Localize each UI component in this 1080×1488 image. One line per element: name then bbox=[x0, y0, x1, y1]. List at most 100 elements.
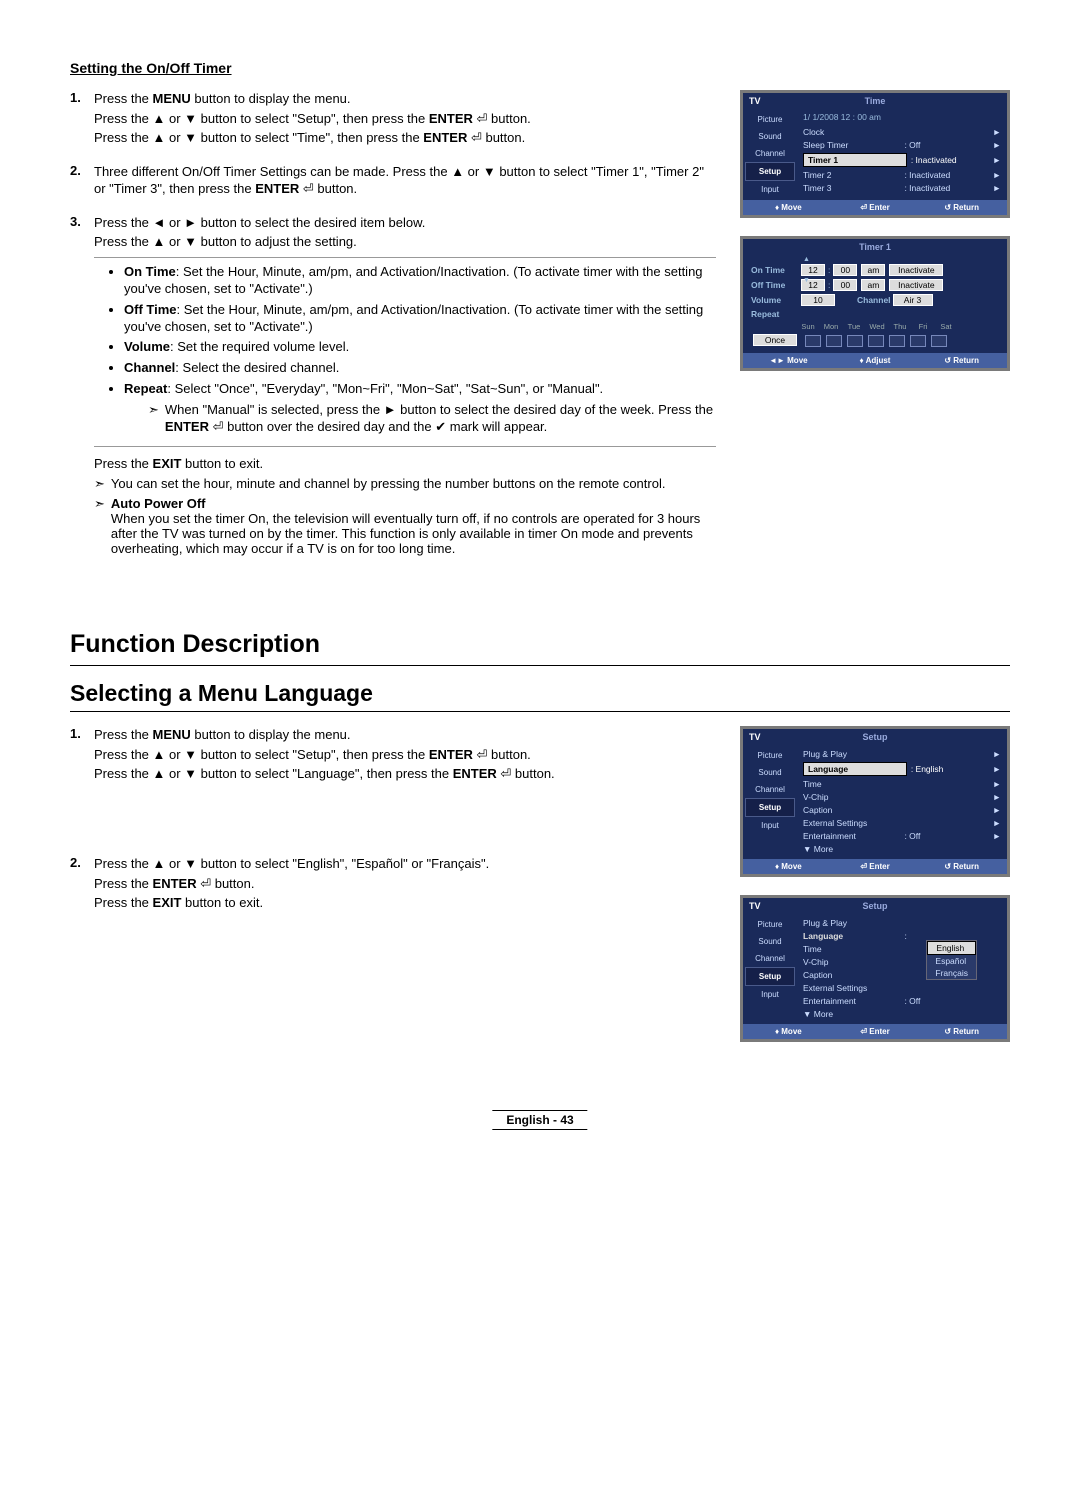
foot-move: Move bbox=[781, 1027, 801, 1036]
sidebar-item-setup: Setup bbox=[745, 967, 795, 986]
osd-timer1-panel: Timer 1 On Time ▲12▼ : 00 am Inactivate … bbox=[740, 236, 1010, 371]
text: ⏎ button. bbox=[497, 766, 555, 781]
day-check bbox=[868, 335, 884, 347]
foot-move: Move bbox=[787, 356, 807, 365]
enter-icon: ⏎ bbox=[860, 1027, 867, 1036]
text: ⏎ button. bbox=[197, 876, 255, 891]
note-arrow-icon: ➣ bbox=[148, 402, 159, 419]
day-headers: Sun Mon Tue Wed Thu Fri Sat bbox=[799, 322, 999, 331]
text: Press the ▲ or ▼ button to adjust the se… bbox=[94, 233, 716, 251]
arrow-right-icon: ► bbox=[989, 749, 1001, 759]
row-lbl: Caption bbox=[803, 970, 904, 980]
foot-return: Return bbox=[953, 203, 979, 212]
bold: ENTER bbox=[165, 419, 209, 434]
step2-num: 2. bbox=[70, 163, 94, 200]
osd-date: 1/ 1/2008 12 : 00 am bbox=[803, 111, 1001, 125]
row-lbl: Time bbox=[803, 944, 904, 954]
foot-move: Move bbox=[781, 203, 801, 212]
on-time-min: 00 bbox=[833, 264, 857, 276]
bold: Off Time bbox=[124, 302, 177, 317]
row-lbl: Caption bbox=[803, 805, 904, 815]
bold: MENU bbox=[153, 91, 191, 106]
channel-value: Air 3 bbox=[893, 294, 933, 306]
text: Press the bbox=[94, 895, 153, 910]
enter-icon: ⏎ bbox=[860, 862, 867, 871]
sidebar-item-picture: Picture bbox=[745, 111, 795, 128]
sidebar-item-channel: Channel bbox=[745, 781, 795, 798]
arrow-right-icon: ► bbox=[989, 805, 1001, 815]
arrow-right-icon: ► bbox=[989, 792, 1001, 802]
lang-option-english: English bbox=[927, 941, 976, 955]
day-check bbox=[889, 335, 905, 347]
foot-return: Return bbox=[953, 862, 979, 871]
row-lbl-selected: Timer 1 bbox=[803, 153, 907, 167]
off-time-label: Off Time bbox=[751, 280, 799, 290]
osd-setup-panel: TV Setup Picture Sound Channel Setup Inp… bbox=[740, 726, 1010, 877]
arrow-right-icon: ► bbox=[989, 831, 1001, 841]
row-val-selected: : English bbox=[911, 764, 944, 774]
osd-sidebar: Picture Sound Channel Setup Input bbox=[743, 109, 797, 200]
enter-icon: ⏎ bbox=[860, 203, 867, 212]
text: ⏎ button. bbox=[467, 130, 525, 145]
text: : Select "Once", "Everyday", "Mon~Fri", … bbox=[167, 381, 603, 396]
bold: Repeat bbox=[124, 381, 167, 396]
row-lbl: Plug & Play bbox=[803, 749, 904, 759]
day-sun: Sun bbox=[799, 322, 817, 331]
up-icon: ▲ bbox=[803, 256, 810, 263]
text: Press the bbox=[94, 727, 153, 742]
move-icon: ♦ bbox=[775, 1027, 779, 1036]
sidebar-item-setup: Setup bbox=[745, 162, 795, 181]
text: : Select the desired channel. bbox=[175, 360, 339, 375]
text: Three different On/Off Timer Settings ca… bbox=[94, 164, 704, 197]
foot-enter: Enter bbox=[869, 203, 889, 212]
note-arrow-icon: ➣ bbox=[94, 476, 105, 492]
sidebar-item-picture: Picture bbox=[745, 916, 795, 933]
day-check bbox=[847, 335, 863, 347]
move-icon: ♦ bbox=[775, 203, 779, 212]
repeat-label: Repeat bbox=[751, 309, 799, 319]
sidebar-item-input: Input bbox=[745, 817, 795, 834]
arrow-right-icon: ► bbox=[989, 818, 1001, 828]
day-sat: Sat bbox=[937, 322, 955, 331]
bold: ENTER bbox=[153, 876, 197, 891]
sidebar-item-channel: Channel bbox=[745, 950, 795, 967]
osd-tv-label: TV bbox=[749, 901, 833, 911]
sidebar-item-input: Input bbox=[745, 181, 795, 198]
page-footer: English - 43 bbox=[492, 1110, 587, 1130]
text: button to exit. bbox=[181, 456, 263, 471]
text: : Set the required volume level. bbox=[170, 339, 349, 354]
bold: EXIT bbox=[153, 895, 182, 910]
arrow-right-icon: ► bbox=[989, 779, 1001, 789]
day-tue: Tue bbox=[845, 322, 863, 331]
volume-value: 10 bbox=[801, 294, 835, 306]
on-time-ampm: am bbox=[861, 264, 885, 276]
arrow-right-icon: ► bbox=[989, 170, 1001, 180]
osd-time-title: Time bbox=[833, 96, 917, 106]
bold: Channel bbox=[124, 360, 175, 375]
language-instructions: 1. Press the MENU button to display the … bbox=[70, 726, 716, 1060]
text: ⏎ button. bbox=[473, 747, 531, 762]
heading-setting-timer: Setting the On/Off Timer bbox=[70, 60, 1010, 76]
bold: EXIT bbox=[153, 456, 182, 471]
text: ⏎ button. bbox=[473, 111, 531, 126]
row-val: : Off bbox=[904, 140, 989, 150]
text: button to exit. bbox=[181, 895, 263, 910]
text: Press the ▲ or ▼ button to select "Time"… bbox=[94, 130, 423, 145]
step1-num: 1. bbox=[70, 90, 94, 149]
row-lbl: ▼ More bbox=[803, 844, 904, 854]
row-lbl: Entertainment bbox=[803, 996, 904, 1006]
section-setting-timer: Setting the On/Off Timer 1. Press the ME… bbox=[70, 60, 1010, 570]
text: button to display the menu. bbox=[191, 91, 351, 106]
adjust-icon: ♦ bbox=[860, 356, 864, 365]
heading-function-description: Function Description bbox=[70, 630, 1010, 666]
foot-move: Move bbox=[781, 862, 801, 871]
row-lbl: Sleep Timer bbox=[803, 140, 904, 150]
day-check bbox=[931, 335, 947, 347]
row-lbl: External Settings bbox=[803, 818, 904, 828]
arrow-right-icon: ► bbox=[989, 764, 1001, 774]
text: When "Manual" is selected, press the ► b… bbox=[165, 402, 713, 417]
bold: Auto Power Off bbox=[111, 496, 206, 511]
row-lbl: V-Chip bbox=[803, 792, 904, 802]
down-icon: ▼ bbox=[803, 277, 810, 284]
row-lbl: Time bbox=[803, 779, 904, 789]
